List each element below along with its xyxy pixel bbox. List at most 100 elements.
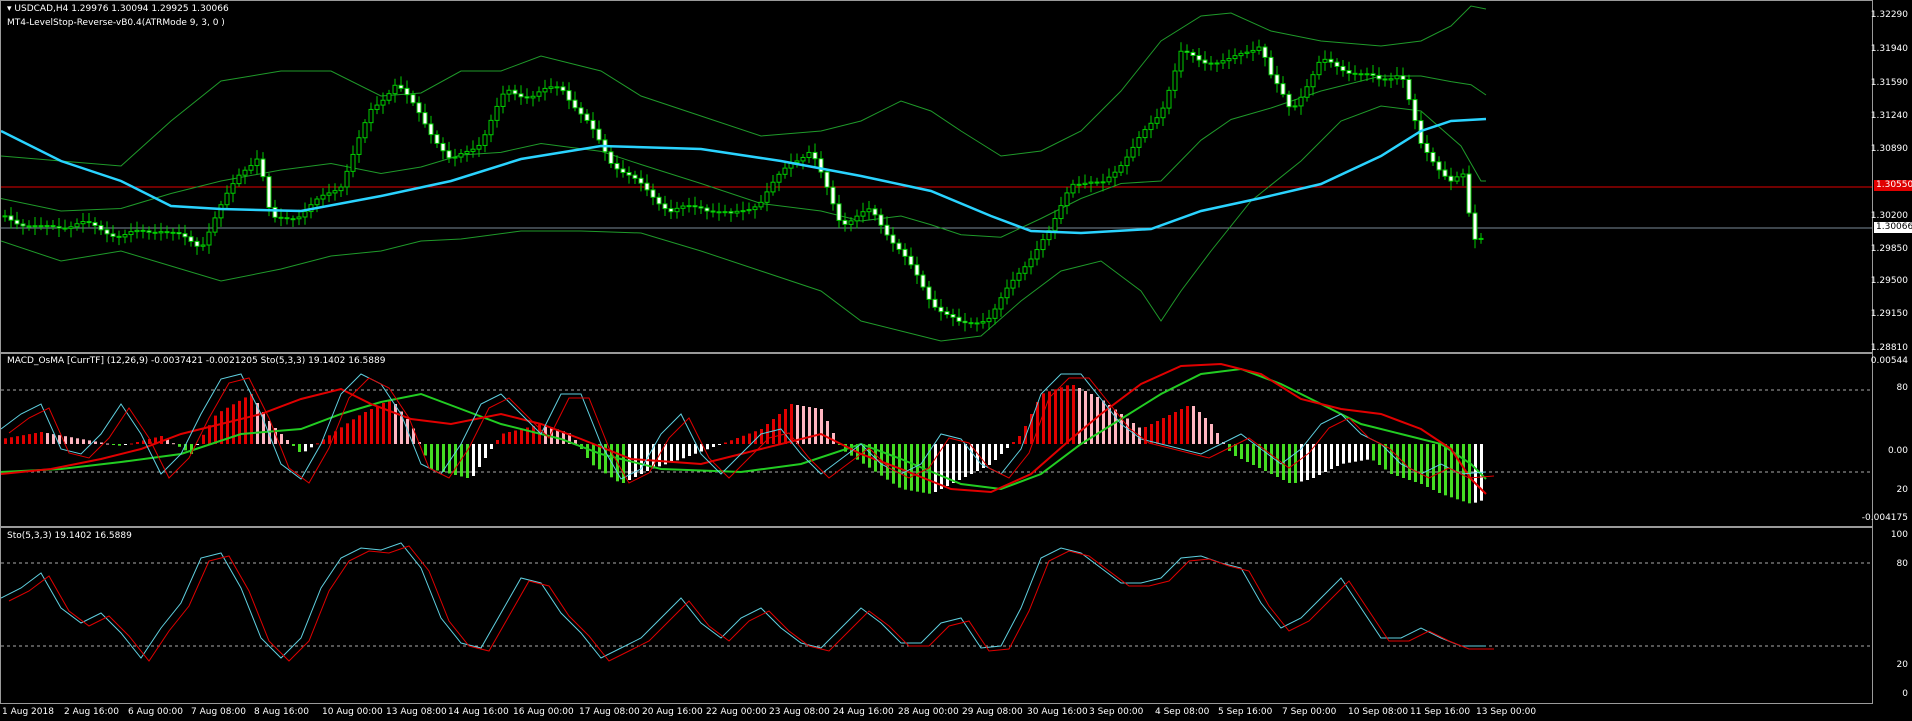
candle-body bbox=[1322, 58, 1328, 63]
candle-body bbox=[470, 148, 476, 152]
candle-body bbox=[494, 105, 500, 121]
macd-histogram-bar bbox=[706, 444, 709, 450]
candle-body bbox=[86, 221, 92, 224]
macd-histogram-bar bbox=[22, 435, 25, 444]
candle-body bbox=[1340, 65, 1346, 72]
candle-body bbox=[644, 182, 650, 191]
candle-body bbox=[728, 211, 734, 214]
macd-histogram-bar bbox=[1066, 385, 1069, 444]
candle-body bbox=[896, 242, 902, 250]
candle-body bbox=[1196, 55, 1202, 61]
price-chart-canvas[interactable] bbox=[1, 1, 1872, 352]
candle-body bbox=[1454, 176, 1460, 182]
time-axis-label: 5 Sep 16:00 bbox=[1218, 707, 1273, 717]
candle-body bbox=[392, 84, 398, 95]
candle-body bbox=[974, 322, 980, 325]
macd-histogram-bar bbox=[496, 440, 499, 444]
candle-body bbox=[410, 94, 416, 104]
candle-body bbox=[98, 225, 104, 231]
candle-body bbox=[38, 225, 44, 228]
candle-body bbox=[1028, 258, 1034, 268]
macd-histogram-bar bbox=[1270, 444, 1273, 474]
macd-histogram-bar bbox=[1210, 424, 1213, 444]
candle-body bbox=[1214, 62, 1220, 65]
macd-histogram-bar bbox=[670, 444, 673, 463]
candle-body bbox=[1160, 107, 1166, 119]
macd-histogram-bar bbox=[1168, 415, 1171, 444]
candle-body bbox=[284, 217, 290, 220]
candle-body bbox=[878, 214, 884, 226]
macd-histogram-bar bbox=[964, 444, 967, 477]
candle-body bbox=[842, 219, 848, 225]
price-tick: 1.29150 bbox=[1870, 309, 1908, 319]
candle-body bbox=[638, 177, 644, 184]
candle-body bbox=[206, 231, 212, 246]
time-axis-label: 8 Aug 16:00 bbox=[254, 707, 309, 717]
indicator-label: MT4-LevelStop-Reverse-vB0.4(ATRMode 9, 3… bbox=[7, 18, 225, 28]
macd-histogram-bar bbox=[1426, 444, 1429, 487]
candle-body bbox=[1136, 137, 1142, 148]
candle-body bbox=[632, 174, 638, 179]
candle-body bbox=[1052, 218, 1058, 232]
candle-body bbox=[1064, 192, 1070, 207]
candle-body bbox=[1400, 75, 1406, 80]
macd-histogram-bar bbox=[370, 409, 373, 444]
candle-body bbox=[950, 314, 956, 318]
candle-body bbox=[350, 153, 356, 172]
macd-histogram-bar bbox=[898, 444, 901, 488]
macd-histogram-bar bbox=[886, 444, 889, 480]
candle-body bbox=[614, 162, 620, 170]
stochastic-panel[interactable]: Sto(5,3,3) 19.1402 16.5889 bbox=[0, 527, 1873, 704]
candle-body bbox=[1382, 78, 1388, 81]
candle-body bbox=[152, 231, 158, 234]
macd-histogram-bar bbox=[958, 444, 961, 480]
macd-canvas[interactable] bbox=[1, 354, 1872, 526]
candle-body bbox=[1208, 62, 1214, 65]
macd-histogram-bar bbox=[202, 434, 205, 444]
macd-histogram-bar bbox=[1174, 412, 1177, 444]
candle-body bbox=[1124, 156, 1130, 167]
macd-histogram-bar bbox=[310, 444, 313, 448]
candle-body bbox=[1244, 51, 1250, 54]
macd-histogram-bar bbox=[346, 423, 349, 444]
symbol-info: ▾ USDCAD,H4 1.29976 1.30094 1.29925 1.30… bbox=[7, 4, 229, 14]
candle-body bbox=[1226, 58, 1232, 62]
candle-body bbox=[1436, 161, 1442, 171]
candle-body bbox=[626, 172, 632, 176]
candle-body bbox=[902, 248, 908, 257]
macd-panel[interactable]: MACD_OsMA [CurrTF] (12,26,9) -0.0037421 … bbox=[0, 353, 1873, 527]
candle-body bbox=[254, 158, 260, 167]
macd-histogram-bar bbox=[70, 437, 73, 444]
macd-histogram-bar bbox=[112, 444, 115, 445]
dropdown-triangle-icon[interactable]: ▾ bbox=[7, 4, 12, 14]
candle-body bbox=[968, 322, 974, 325]
macd-histogram-bar bbox=[238, 400, 241, 444]
time-axis-label: 4 Sep 08:00 bbox=[1155, 707, 1210, 717]
candle-body bbox=[1058, 205, 1064, 220]
time-axis-label: 3 Sep 00:00 bbox=[1089, 707, 1144, 717]
price-scale[interactable]: 1.32290 1.31940 1.31590 1.31240 1.30890 … bbox=[1862, 0, 1912, 721]
macd-histogram-bar bbox=[178, 444, 181, 447]
candle-body bbox=[734, 210, 740, 214]
current-price-box: 1.30066 bbox=[1874, 222, 1912, 233]
macd-histogram-bar bbox=[1054, 389, 1057, 444]
candle-body bbox=[1466, 173, 1472, 214]
candle-body bbox=[1166, 89, 1172, 109]
stochastic-canvas[interactable] bbox=[1, 528, 1872, 703]
candle-body bbox=[164, 231, 170, 234]
candle-body bbox=[722, 211, 728, 214]
time-axis-label: 22 Aug 00:00 bbox=[706, 707, 767, 717]
macd-histogram-bar bbox=[448, 444, 451, 474]
candle-body bbox=[830, 186, 836, 205]
candle-body bbox=[1094, 181, 1100, 184]
candle-body bbox=[1088, 181, 1094, 184]
candle-body bbox=[1238, 52, 1244, 57]
candle-body bbox=[248, 165, 254, 171]
candle-body bbox=[176, 232, 182, 235]
macd-histogram-bar bbox=[1354, 444, 1357, 462]
candle-body bbox=[476, 144, 482, 150]
candle-body bbox=[404, 87, 410, 96]
price-chart-panel[interactable]: ▾ USDCAD,H4 1.29976 1.30094 1.29925 1.30… bbox=[0, 0, 1873, 353]
candle-body bbox=[314, 198, 320, 206]
candle-body bbox=[1190, 51, 1196, 57]
